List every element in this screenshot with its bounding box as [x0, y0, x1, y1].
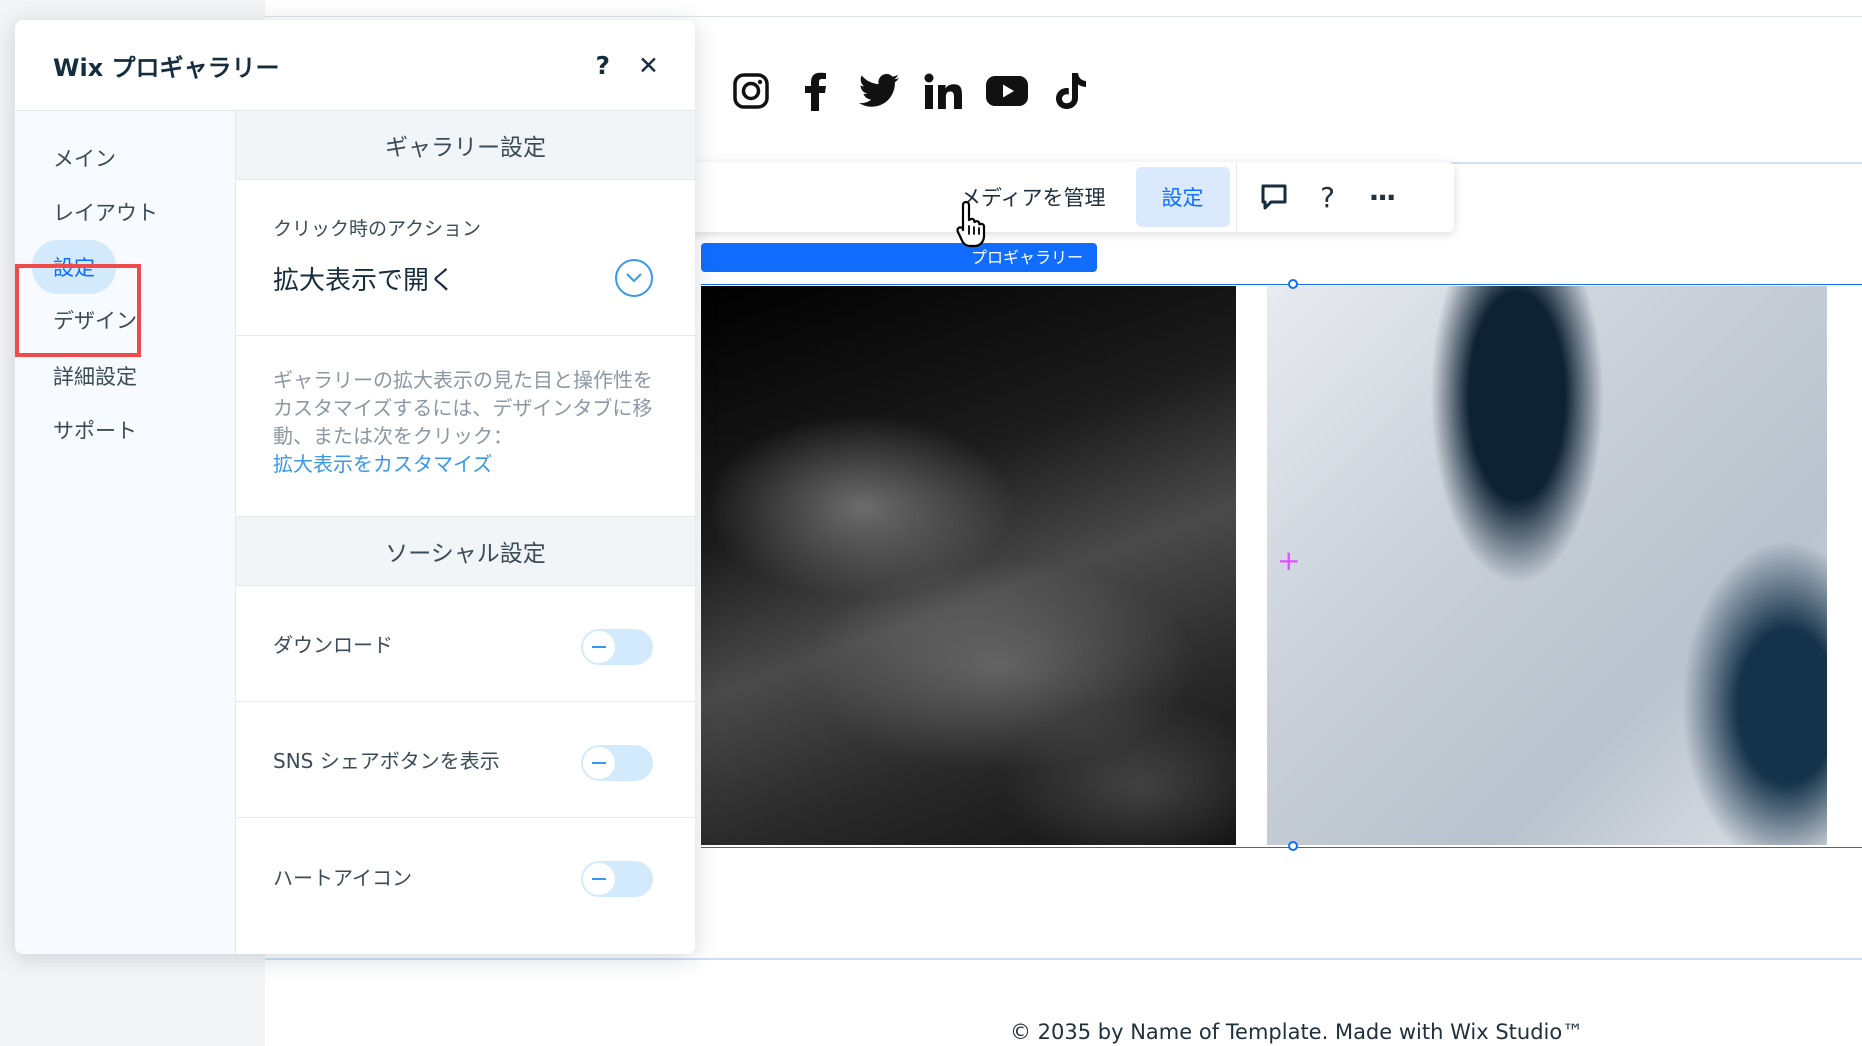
share-toggle-row: SNS シェアボタンを表示	[236, 702, 695, 818]
gallery-toolbar: メディアを管理 設定 ? ···	[690, 162, 1454, 232]
linkedin-icon[interactable]	[922, 70, 964, 112]
toggle-knob	[583, 863, 615, 895]
panel-title: Wix プロギャラリー	[53, 53, 280, 82]
nav-item-main[interactable]: メイン	[53, 143, 116, 173]
nav-item-settings[interactable]: 設定	[32, 240, 116, 294]
more-actions-icon[interactable]: ···	[1363, 178, 1401, 216]
customize-expand-link[interactable]: 拡大表示をカスタマイズ	[273, 452, 492, 476]
click-action-value[interactable]: 拡大表示で開く	[273, 260, 455, 297]
side-nav: メイン レイアウト 設定 デザイン 詳細設定 サポート	[15, 111, 235, 954]
footer-boundary	[265, 958, 1862, 960]
download-toggle[interactable]	[581, 628, 653, 665]
nav-item-design[interactable]: デザイン	[53, 305, 137, 335]
download-toggle-row: ダウンロード	[236, 586, 695, 702]
click-action-dropdown[interactable]: 拡大表示で開く	[273, 259, 653, 297]
pro-gallery-settings-panel: Wix プロギャラリー ? ✕ メイン レイアウト 設定 デザイン 詳細設定 サ…	[15, 20, 695, 954]
expand-info-text: ギャラリーの拡大表示の見た目と操作性をカスタマイズするには、デザインタブに移動、…	[273, 368, 653, 448]
settings-button[interactable]: 設定	[1135, 167, 1230, 227]
nav-item-advanced[interactable]: 詳細設定	[53, 361, 137, 391]
resize-handle-bottom[interactable]	[1288, 841, 1298, 851]
panel-header-actions: ? ✕	[596, 53, 659, 78]
nav-item-layout[interactable]: レイアウト	[53, 197, 158, 227]
heart-icon-label: ハートアイコン	[273, 865, 412, 890]
resize-handle-top[interactable]	[1288, 279, 1298, 289]
tiktok-icon[interactable]	[1050, 70, 1092, 112]
gallery-settings-header: ギャラリー設定	[236, 111, 695, 180]
help-button[interactable]: ?	[1309, 178, 1347, 216]
social-bar[interactable]	[730, 70, 1092, 112]
toolbar-divider	[1235, 162, 1237, 232]
youtube-icon[interactable]	[986, 70, 1028, 112]
heart-toggle-row: ハートアイコン	[236, 818, 695, 934]
click-action-label: クリック時のアクション	[273, 218, 482, 240]
nav-item-support[interactable]: サポート	[53, 415, 137, 445]
social-settings-header: ソーシャル設定	[236, 517, 695, 586]
chevron-down-icon[interactable]	[615, 259, 653, 297]
panel-body: メイン レイアウト 設定 デザイン 詳細設定 サポート ギャラリー設定 クリック…	[15, 111, 695, 954]
heart-icon-toggle[interactable]	[581, 861, 653, 897]
canvas-divider	[265, 16, 1862, 17]
footer-copyright: © 2035 by Name of Template. Made with Wi…	[1010, 1020, 1584, 1044]
toggle-knob	[583, 630, 615, 663]
add-element-plus-icon[interactable]: +	[1277, 547, 1300, 575]
settings-content: ギャラリー設定 クリック時のアクション 拡大表示で開く ギャラリーの拡大表示の見…	[235, 111, 695, 954]
expand-info: ギャラリーの拡大表示の見た目と操作性をカスタマイズするには、デザインタブに移動、…	[236, 336, 695, 517]
twitter-icon[interactable]	[858, 70, 900, 112]
download-label: ダウンロード	[273, 633, 393, 657]
instagram-icon[interactable]	[730, 70, 772, 112]
facebook-icon[interactable]	[794, 70, 836, 112]
gallery-image-2[interactable]	[1267, 286, 1827, 845]
hand-cursor-icon	[956, 200, 986, 248]
component-selection-tag[interactable]: プロギャラリー	[701, 243, 1098, 272]
help-icon[interactable]: ?	[596, 53, 611, 78]
click-action-setting: クリック時のアクション 拡大表示で開く	[236, 180, 695, 336]
close-icon[interactable]: ✕	[638, 53, 659, 78]
panel-header: Wix プロギャラリー ? ✕	[15, 20, 695, 111]
comment-icon[interactable]	[1255, 178, 1293, 216]
toggle-knob	[583, 746, 615, 779]
share-buttons-toggle[interactable]	[581, 744, 653, 781]
share-buttons-label: SNS シェアボタンを表示	[273, 749, 500, 773]
gallery-image-1[interactable]	[701, 286, 1236, 845]
